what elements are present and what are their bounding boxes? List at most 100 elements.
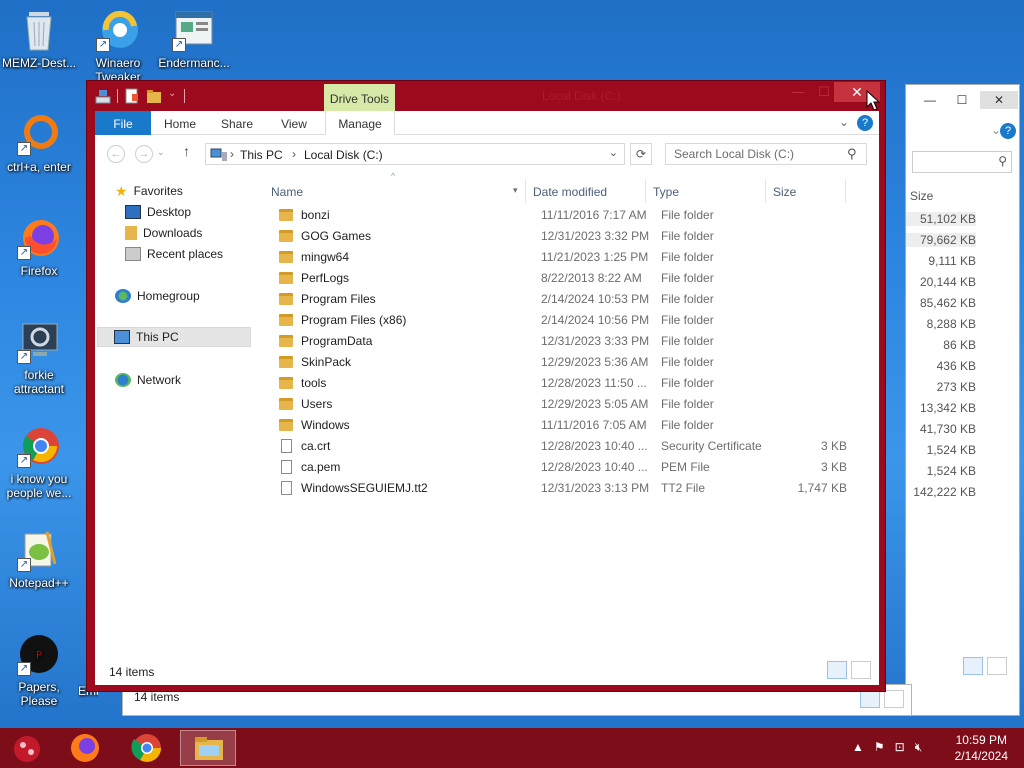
desktop-icon-label: Endermanc... [158,56,230,70]
taskbar: ▲ ⚑ ⊡ 🔇︎ 10:59 PM 2/14/2024 [0,728,1024,768]
column-header-size[interactable]: Size [773,181,796,203]
desktop-icon-winaero[interactable]: ↗ Winaero Tweaker [80,8,156,88]
nav-desktop[interactable]: Desktop [125,202,191,222]
file-row[interactable]: PerfLogs 8/22/2013 8:22 AM File folder [273,268,853,289]
file-name: PerfLogs [301,271,350,285]
shortcut-arrow-icon: ↗ [17,246,31,260]
search-input[interactable]: Search Local Disk (C:) [665,143,867,165]
tab-file[interactable]: File [95,111,151,135]
file-row[interactable]: Windows 11/11/2016 7:05 AM File folder [273,415,853,436]
large-icons-button[interactable] [884,690,904,708]
taskbar-firefox[interactable] [60,730,110,766]
large-icons-button[interactable] [987,657,1007,675]
desktop-icon-recycle-bin[interactable]: MEMZ-Dest... [1,8,77,70]
file-row[interactable]: SkinPack 12/29/2023 5:36 AM File folder [273,352,853,373]
help-icon[interactable]: ? [857,115,873,131]
tab-share[interactable]: Share [213,111,261,135]
file-row[interactable]: ProgramData 12/31/2023 3:33 PM File folder [273,331,853,352]
nav-this-pc[interactable]: This PC [97,327,251,347]
desktop-icon-chrome[interactable]: ↗ i know you people we... [1,424,77,500]
pc-icon [210,146,228,165]
file-row[interactable]: Program Files (x86) 2/14/2024 10:56 PM Fil… [273,310,853,331]
file-row[interactable]: GOG Games 12/31/2023 3:32 PM File folder [273,226,853,247]
details-view-button[interactable] [963,657,983,675]
tab-view[interactable]: View [273,111,315,135]
desktop-icon-notepadpp[interactable]: ↗ Notepad++ [1,528,77,590]
search-icon[interactable]: ⚲ [847,146,857,162]
background-explorer-window[interactable]: — ☐ ✕ ⌄ ? ⚲ Size 51,102 KB 79,662 KB 9,111… [905,84,1020,716]
desktop-icon-forkie[interactable]: ↗ forkie attractant [1,320,77,396]
address-bar[interactable]: › This PC › Local Disk (C:) ⌄ [205,143,625,165]
tab-manage[interactable]: Manage [325,111,395,136]
minimize-button[interactable]: — [916,91,944,109]
nav-downloads[interactable]: Downloads [125,223,202,243]
minimize-button[interactable]: — [784,84,812,102]
maximize-button[interactable]: ☐ [948,91,976,109]
system-tray: ▲ ⚑ ⊡ 🔇︎ [852,740,922,755]
explorer-window[interactable]: ⌄ Drive Tools Local Disk (C:) — ☐ ✕ File… [86,80,886,692]
tab-home[interactable]: Home [155,111,205,135]
desktop-icon-ctrl-a[interactable]: ↗ ctrl+a, enter [1,112,77,174]
nav-homegroup[interactable]: Homegroup [115,286,200,306]
breadcrumb-this-pc[interactable]: This PC [240,148,283,162]
file-size: 3 KB [820,439,847,453]
clock[interactable]: 10:59 PM 2/14/2024 [955,732,1008,764]
file-row[interactable]: WindowsSEGUIEMJ.tt2 12/31/2023 3:13 PM TT2… [273,478,853,499]
column-dropdown-icon[interactable]: ▾ [513,185,518,196]
folder-icon [279,419,293,431]
file-row[interactable]: ca.crt 12/28/2023 10:40 ... Security Certi… [273,436,853,457]
help-icon[interactable]: ? [1000,123,1016,139]
titlebar[interactable]: ⌄ Drive Tools Local Disk (C:) — ☐ ✕ [87,81,885,112]
nav-network[interactable]: Network [115,370,181,390]
file-row[interactable]: Program Files 2/14/2024 10:53 PM File fold… [273,289,853,310]
nav-recent[interactable]: Recent places [125,244,223,264]
taskbar-chrome[interactable] [122,730,172,766]
file-row[interactable]: mingw64 11/21/2023 1:25 PM File folder [273,247,853,268]
details-view-button[interactable] [860,690,880,708]
column-header-name[interactable]: Name [271,181,303,203]
details-view-button[interactable] [827,661,847,679]
properties-icon[interactable] [124,88,140,104]
taskbar-file-explorer[interactable] [180,730,236,766]
desktop-icon-endermanch[interactable]: ↗ Endermanc... [156,8,232,70]
network-tray-icon[interactable]: ⊡ [895,740,905,755]
file-type: File folder [661,229,714,243]
column-separator[interactable] [525,179,526,203]
status-text: 14 items [109,665,155,679]
desktop-icon-firefox[interactable]: ↗ Firefox [1,216,77,278]
back-button[interactable]: ← [107,145,125,163]
background-search-input[interactable]: ⚲ [912,151,1012,173]
column-separator[interactable] [645,179,646,203]
file-row[interactable]: ca.pem 12/28/2023 10:40 ... PEM File 3 KB [273,457,853,478]
file-row[interactable]: tools 12/28/2023 11:50 ... File folder [273,373,853,394]
column-separator[interactable] [845,179,846,203]
up-button[interactable]: ↑ [183,143,190,159]
drive-icon[interactable] [95,88,111,104]
drive-tools-context-tab[interactable]: Drive Tools [324,84,395,112]
file-name: Users [301,397,333,411]
nav-favorites[interactable]: ★ Favorites [115,181,183,201]
column-header-date[interactable]: Date modified [533,181,607,203]
flag-icon[interactable]: ⚑ [874,740,885,755]
column-header-type[interactable]: Type [653,181,679,203]
start-button[interactable] [2,730,52,766]
refresh-button[interactable]: ⟳ [630,143,652,165]
file-row[interactable]: bonzi 11/11/2016 7:17 AM File folder [273,205,853,226]
file-date: 12/28/2023 10:40 ... [541,460,648,474]
large-icons-button[interactable] [851,661,871,679]
show-hidden-icons-icon[interactable]: ▲ [852,740,864,755]
close-button[interactable]: ✕ [980,91,1018,109]
forward-button[interactable]: → [135,145,153,163]
column-header-size[interactable]: Size [906,185,1021,207]
desktop-icon-label: forkie attractant [13,368,65,396]
ribbon-expand-icon[interactable]: ⌄ [839,115,849,131]
breadcrumb-local-disk[interactable]: Local Disk (C:) [304,148,383,162]
qat-dropdown-icon[interactable]: ⌄ [168,88,178,104]
address-dropdown-icon[interactable]: ⌄ [609,146,618,159]
desktop-icon-papers-please[interactable]: P ↗ Papers, Please [1,632,77,708]
column-separator[interactable] [765,179,766,203]
new-folder-icon[interactable] [146,88,162,104]
volume-muted-icon[interactable]: 🔇︎ [915,740,923,755]
recent-locations-icon[interactable]: ⌄ [157,147,165,158]
file-row[interactable]: Users 12/29/2023 5:05 AM File folder [273,394,853,415]
